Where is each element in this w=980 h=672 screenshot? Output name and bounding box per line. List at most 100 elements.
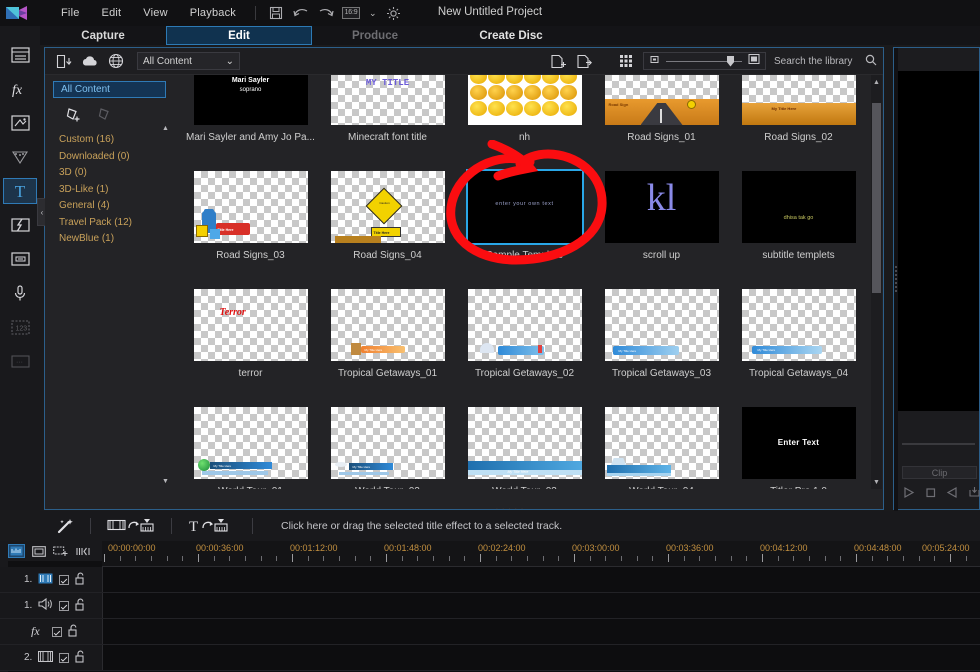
- template-item[interactable]: My Title Here World Tour_03: [456, 402, 593, 489]
- category-item[interactable]: Downloaded (0): [59, 149, 174, 166]
- track-lane[interactable]: [102, 619, 980, 644]
- gear-icon[interactable]: [386, 5, 402, 21]
- category-scroll-up-icon[interactable]: ▲: [161, 124, 170, 133]
- track-enable-checkbox[interactable]: [59, 574, 70, 585]
- slider-knob[interactable]: [727, 55, 734, 67]
- track-header[interactable]: 2.: [0, 645, 102, 670]
- template-item[interactable]: My Title Here Tropical Getaways_01: [319, 284, 456, 402]
- voice-over-room-icon[interactable]: [3, 280, 37, 306]
- timeline-view-button[interactable]: [8, 544, 25, 558]
- track-enable-checkbox[interactable]: [59, 652, 70, 663]
- category-item[interactable]: NewBlue (1): [59, 231, 174, 248]
- add-tag-icon[interactable]: [65, 107, 83, 128]
- redo-icon[interactable]: [318, 5, 334, 21]
- chapter-room-icon[interactable]: 123: [3, 314, 37, 340]
- track-row[interactable]: 1.: [0, 567, 980, 593]
- track-lane[interactable]: [102, 593, 980, 618]
- more-room-icon[interactable]: ···: [3, 348, 37, 374]
- add-media-to-track-icon[interactable]: [105, 515, 157, 537]
- template-item[interactable]: Caution Title Here Road Signs_04: [319, 166, 456, 284]
- track-header[interactable]: fx: [0, 619, 102, 644]
- template-thumbnail[interactable]: kl: [604, 171, 719, 243]
- template-thumbnail[interactable]: My Title Here: [604, 289, 719, 361]
- new-title-icon[interactable]: [545, 50, 571, 72]
- track-enable-checkbox[interactable]: [59, 600, 70, 611]
- template-item[interactable]: Tropical Getaways_02: [456, 284, 593, 402]
- directorzone-icon[interactable]: [103, 50, 129, 72]
- preview-timeline-slider[interactable]: [902, 443, 975, 445]
- title-room-icon[interactable]: T: [3, 178, 37, 204]
- track-enable-checkbox[interactable]: [52, 626, 62, 637]
- template-thumbnail[interactable]: Mari Sayler soprano: [193, 75, 308, 125]
- add-title-to-track-icon[interactable]: T: [186, 515, 238, 537]
- tab-produce[interactable]: Produce: [312, 26, 438, 45]
- video-track-icon[interactable]: [38, 573, 53, 587]
- particle-room-icon[interactable]: [3, 144, 37, 170]
- template-item[interactable]: My Title Here World Tour_02: [319, 402, 456, 489]
- template-thumbnail[interactable]: [604, 407, 719, 479]
- menu-edit[interactable]: Edit: [91, 4, 133, 22]
- unlock-icon[interactable]: [75, 650, 86, 666]
- template-item[interactable]: Terror terror: [182, 284, 319, 402]
- library-scrollbar[interactable]: ▲ ▼: [871, 75, 882, 489]
- track-row[interactable]: 2.: [0, 645, 980, 671]
- scroll-down-icon[interactable]: ▼: [872, 477, 881, 487]
- video-track-icon[interactable]: [38, 650, 54, 665]
- timeline-ruler[interactable]: 00:00:00:00 00:00:36:00 00:01:12:00 00:0…: [102, 541, 980, 567]
- search-input[interactable]: Search the library: [774, 52, 877, 70]
- unlock-icon[interactable]: [75, 572, 86, 588]
- save-icon[interactable]: [268, 5, 284, 21]
- small-thumbnail-icon[interactable]: [649, 52, 660, 70]
- template-thumbnail[interactable]: My Title Here: [741, 75, 856, 125]
- tab-edit[interactable]: Edit: [166, 26, 312, 45]
- template-item[interactable]: MY TITLE Minecraft font title: [319, 75, 456, 166]
- content-filter-dropdown[interactable]: All Content ⌄: [137, 52, 240, 70]
- template-thumbnail[interactable]: My Title Here: [330, 289, 445, 361]
- template-thumbnail[interactable]: My Title Here: [741, 289, 856, 361]
- template-thumbnail[interactable]: [467, 289, 582, 361]
- template-thumbnail[interactable]: Terror: [193, 289, 308, 361]
- category-scroll-down-icon[interactable]: ▼: [161, 477, 170, 486]
- add-track-button[interactable]: [52, 544, 69, 558]
- preview-screen[interactable]: [898, 71, 979, 411]
- template-item[interactable]: Sample text various colors: [456, 75, 593, 166]
- scrollbar-thumb[interactable]: [872, 103, 881, 293]
- template-item[interactable]: World Tour_04: [593, 402, 730, 489]
- template-thumbnail[interactable]: Title Here: [193, 171, 308, 243]
- template-item-selected[interactable]: enter your own text Sample Template: [456, 166, 593, 284]
- template-item[interactable]: My Title Here World Tour_01: [182, 402, 319, 489]
- category-item[interactable]: General (4): [59, 198, 174, 215]
- track-header[interactable]: 1.: [0, 593, 102, 618]
- effect-room-icon[interactable]: fx: [3, 76, 37, 102]
- tab-create-disc[interactable]: Create Disc: [438, 26, 584, 45]
- cloud-icon[interactable]: [77, 50, 103, 72]
- remove-tag-icon[interactable]: [97, 107, 113, 128]
- track-header[interactable]: 1.: [0, 567, 102, 592]
- aspect-ratio-icon[interactable]: 16:9: [341, 5, 361, 21]
- unlock-icon[interactable]: [75, 598, 86, 614]
- template-item[interactable]: Road Sign Road Signs_01: [593, 75, 730, 166]
- template-item[interactable]: My Title Here Tropical Getaways_03: [593, 284, 730, 402]
- template-item[interactable]: kl scroll up: [593, 166, 730, 284]
- template-item[interactable]: Mari Sayler soprano Mari Sayler and Amy …: [182, 75, 319, 166]
- menu-file[interactable]: File: [50, 4, 91, 22]
- search-icon[interactable]: [865, 54, 877, 69]
- menu-view[interactable]: View: [132, 4, 178, 22]
- template-item[interactable]: Title Here Road Signs_03: [182, 166, 319, 284]
- menu-playback[interactable]: Playback: [179, 4, 247, 22]
- storyboard-view-button[interactable]: [30, 544, 47, 558]
- template-thumbnail[interactable]: Caution Title Here: [330, 171, 445, 243]
- slider-track[interactable]: [666, 55, 742, 67]
- undo-icon[interactable]: [293, 5, 309, 21]
- template-thumbnail[interactable]: Sample text various colors: [467, 75, 582, 125]
- modify-title-icon[interactable]: [571, 50, 597, 72]
- stop-icon[interactable]: [924, 486, 937, 504]
- transition-room-icon[interactable]: [3, 212, 37, 238]
- template-thumbnail[interactable]: Road Sign: [604, 75, 719, 125]
- fx-track-icon[interactable]: fx: [30, 624, 46, 640]
- import-media-icon[interactable]: [51, 50, 77, 72]
- category-item[interactable]: 3D-Like (1): [59, 182, 174, 199]
- template-thumbnail[interactable]: My Title Here: [330, 407, 445, 479]
- track-manager-button[interactable]: [74, 544, 91, 558]
- template-thumbnail[interactable]: MY TITLE: [330, 75, 445, 125]
